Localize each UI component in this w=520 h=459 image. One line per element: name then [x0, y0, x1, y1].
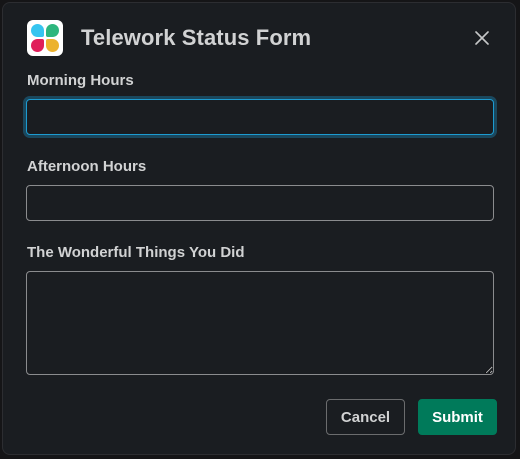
logo-red-segment: [31, 39, 44, 52]
logo-blue-segment: [31, 24, 44, 37]
modal-title: Telework Status Form: [81, 25, 312, 50]
wonderful-things-label: The Wonderful Things You Did: [27, 244, 245, 261]
submit-button[interactable]: Submit: [418, 399, 497, 435]
morning-hours-input[interactable]: [26, 99, 494, 135]
afternoon-hours-label: Afternoon Hours: [27, 158, 147, 175]
slack-logo-icon: [27, 20, 63, 56]
afternoon-hours-input[interactable]: [26, 185, 494, 221]
logo-green-segment: [46, 24, 59, 37]
morning-hours-label: Morning Hours: [27, 72, 134, 89]
close-button[interactable]: [469, 25, 495, 51]
close-icon: [475, 31, 489, 45]
telework-status-modal: Telework Status Form Morning Hours After…: [2, 2, 516, 455]
modal-header: Telework Status Form: [27, 19, 495, 57]
wonderful-things-textarea[interactable]: [26, 271, 494, 375]
cancel-button[interactable]: Cancel: [326, 399, 405, 435]
logo-yellow-segment: [46, 39, 59, 52]
